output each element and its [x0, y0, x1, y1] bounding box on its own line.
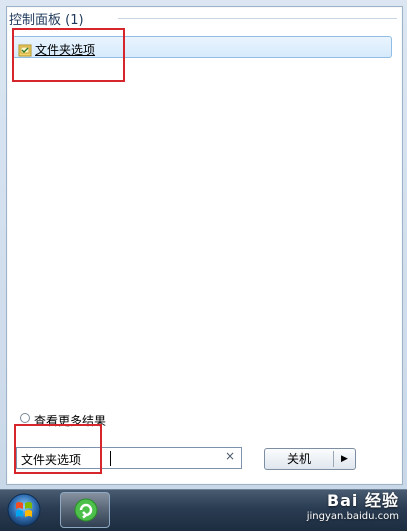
highlight-box-search	[14, 424, 102, 474]
start-button[interactable]	[4, 492, 44, 528]
highlight-box-result	[12, 28, 125, 82]
text-caret	[110, 451, 111, 466]
shutdown-options-arrow-icon[interactable]: ▶	[334, 449, 355, 469]
watermark-url: jingyan.baidu.com	[306, 511, 399, 522]
watermark-main: Bai 经验	[326, 491, 399, 510]
refresh-app-icon	[74, 498, 98, 522]
shutdown-button-group: 关机 ▶	[264, 448, 356, 470]
taskbar-app-button[interactable]	[60, 492, 110, 528]
section-divider	[118, 18, 397, 19]
search-icon	[20, 413, 30, 423]
shutdown-button[interactable]: 关机	[265, 449, 333, 469]
section-header: 控制面板 (1)	[9, 13, 84, 28]
watermark: Bai 经验 jingyan.baidu.com	[307, 487, 399, 522]
clear-search-button[interactable]: ×	[225, 449, 235, 463]
